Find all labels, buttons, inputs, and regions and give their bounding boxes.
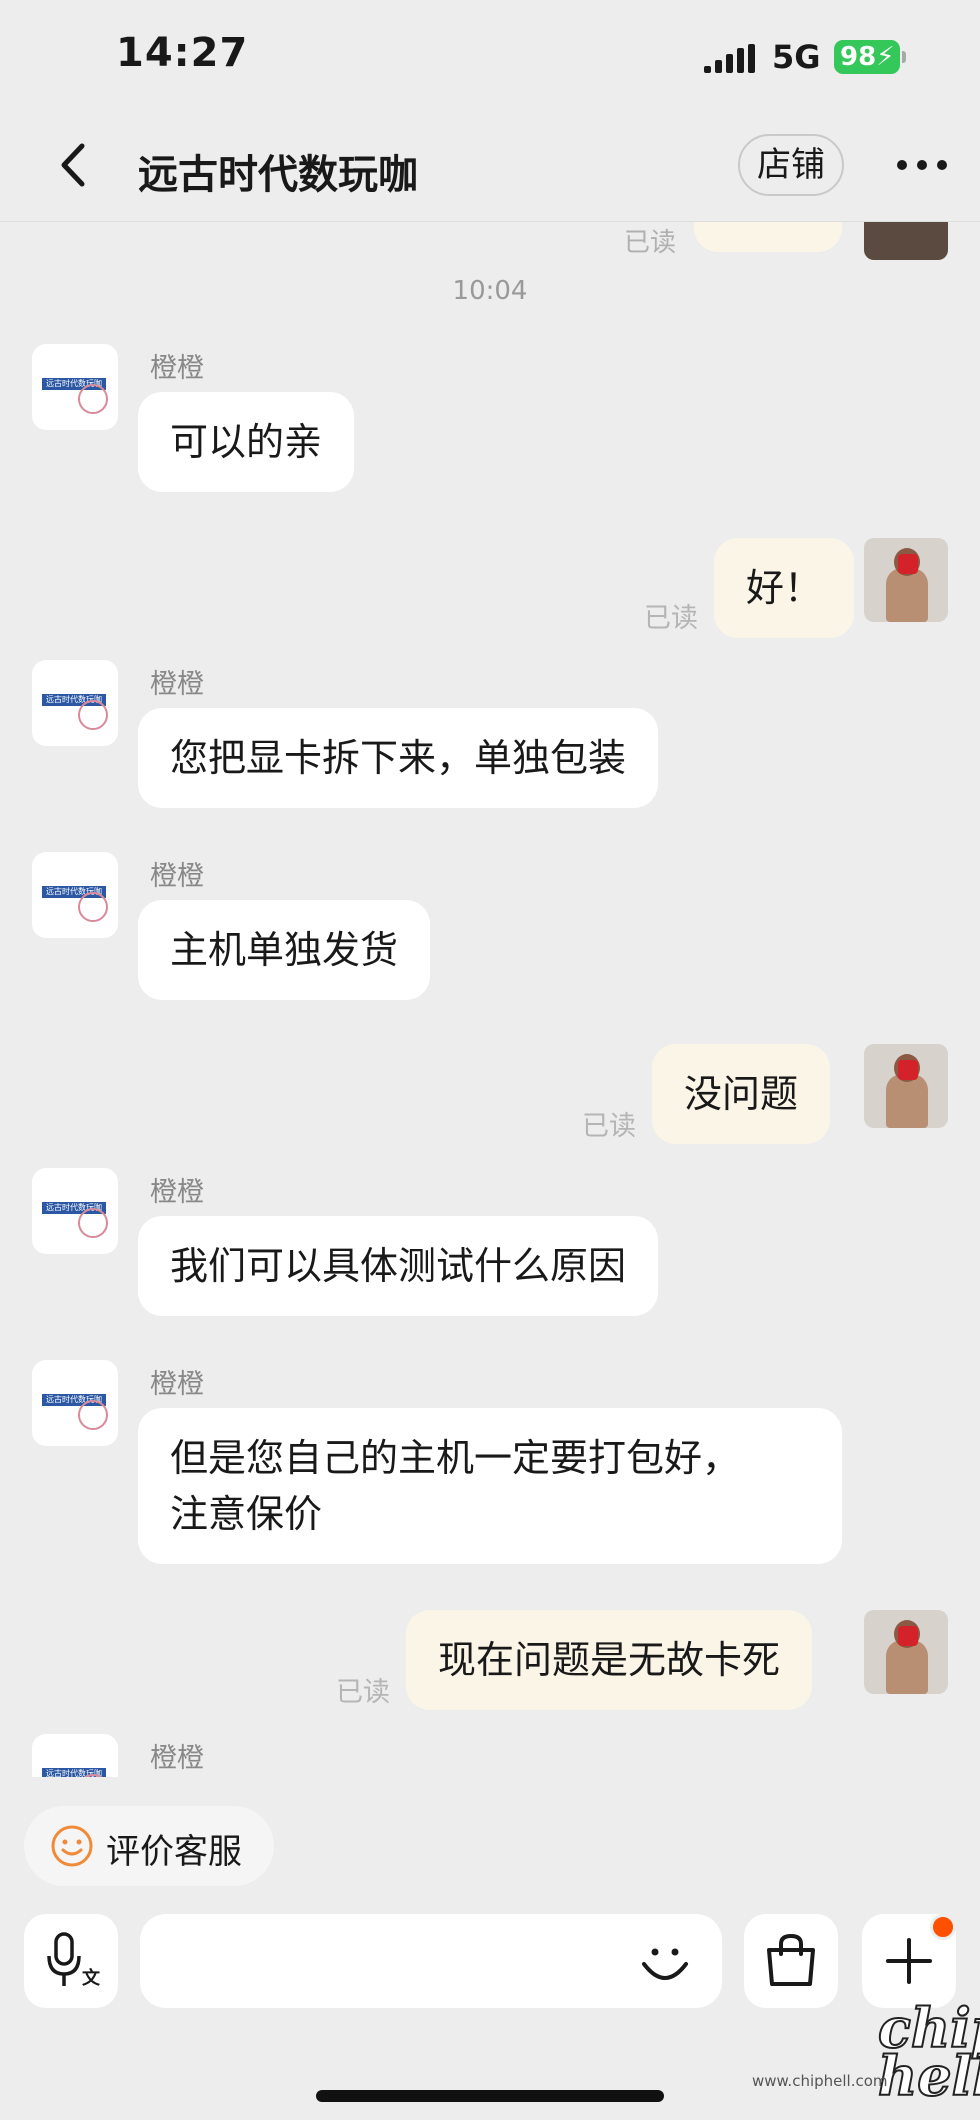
message-line: 注意保价 bbox=[170, 1492, 323, 1536]
watermark: chiphell www.chiphell.com bbox=[752, 1996, 980, 2108]
sender-name: 橙橙 bbox=[150, 1369, 204, 1400]
battery-level: 98 bbox=[840, 42, 877, 72]
shop-avatar[interactable]: 远古时代数玩咖 bbox=[32, 852, 118, 938]
shop-avatar[interactable]: 远古时代数玩咖 bbox=[32, 1360, 118, 1446]
sender-name: 橙橙 bbox=[150, 1743, 204, 1774]
charging-bolt-icon: ⚡ bbox=[876, 42, 895, 72]
status-bar: 14:27 5G 98⚡ bbox=[0, 0, 980, 110]
shop-logo-seal bbox=[78, 700, 108, 730]
more-options-icon[interactable] bbox=[896, 154, 948, 176]
shop-logo-seal bbox=[78, 892, 108, 922]
shop-logo-seal bbox=[78, 1400, 108, 1430]
message-line: 但是您自己的主机一定要打包好， bbox=[170, 1436, 741, 1480]
message-bubble[interactable]: 您把显卡拆下来，单独包装 bbox=[138, 708, 659, 808]
svg-text:文: 文 bbox=[82, 1967, 100, 1989]
microphone-translate-icon: 文 bbox=[47, 1932, 100, 1989]
message-bubble-own[interactable]: 没问题 bbox=[652, 1044, 831, 1144]
message-bubble-own[interactable]: 现在问题是无故卡死 bbox=[406, 1610, 813, 1710]
my-avatar[interactable] bbox=[864, 538, 948, 622]
chiphell-logo: chiphell bbox=[877, 1996, 980, 2108]
voice-input-button[interactable]: 文 bbox=[24, 1914, 118, 2008]
shop-avatar[interactable]: 远古时代数玩咖 bbox=[32, 344, 118, 430]
sender-name: 橙橙 bbox=[150, 353, 204, 384]
back-arrow-icon[interactable] bbox=[50, 140, 100, 190]
read-receipt: 已读 bbox=[644, 603, 698, 634]
my-avatar[interactable] bbox=[864, 222, 948, 260]
sender-name: 橙橙 bbox=[150, 669, 204, 700]
notification-dot bbox=[930, 1914, 956, 1940]
cellular-signal-icon bbox=[704, 44, 755, 73]
shop-avatar[interactable]: 远古时代数玩咖 bbox=[32, 1168, 118, 1254]
battery-tip bbox=[902, 51, 906, 63]
network-type: 5G bbox=[772, 38, 821, 76]
my-avatar[interactable] bbox=[864, 1044, 948, 1128]
sender-name: 橙橙 bbox=[150, 861, 204, 892]
chat-message-list[interactable]: 已读 10:04 远古时代数玩咖 橙橙 可以的亲 好！ 已读 远古时代数玩咖 橙… bbox=[0, 222, 980, 1777]
shop-logo-seal bbox=[78, 384, 108, 414]
my-avatar[interactable] bbox=[864, 1610, 948, 1694]
rate-service-label: 评价客服 bbox=[106, 1832, 242, 1872]
message-bubble-own[interactable]: 好！ bbox=[714, 538, 855, 638]
message-input[interactable] bbox=[140, 1914, 722, 2008]
plus-icon bbox=[886, 1938, 932, 1984]
products-button[interactable] bbox=[744, 1914, 838, 2008]
message-input-bar: 文 bbox=[0, 1900, 980, 2020]
message-bubble[interactable]: 我们可以具体测试什么原因 bbox=[138, 1216, 659, 1316]
rate-service-button[interactable]: 评价客服 bbox=[24, 1806, 274, 1886]
read-receipt: 已读 bbox=[624, 228, 677, 258]
shop-title[interactable]: 远古时代数玩咖 bbox=[138, 142, 418, 200]
chat-timestamp: 10:04 bbox=[452, 276, 528, 306]
battery-icon: 98⚡ bbox=[834, 40, 900, 74]
smiley-icon bbox=[51, 1825, 93, 1867]
home-indicator[interactable] bbox=[316, 2090, 664, 2102]
read-receipt: 已读 bbox=[336, 1677, 390, 1708]
shop-avatar[interactable]: 远古时代数玩咖 bbox=[32, 660, 118, 746]
watermark-url: www.chiphell.com bbox=[752, 2072, 888, 2090]
chat-header: 远古时代数玩咖 店铺 bbox=[0, 110, 980, 222]
message-bubble[interactable]: 但是您自己的主机一定要打包好， 注意保价 bbox=[138, 1408, 842, 1564]
message-bubble[interactable]: 可以的亲 bbox=[138, 392, 355, 492]
message-bubble-partial bbox=[694, 222, 842, 252]
message-bubble[interactable]: 主机单独发货 bbox=[138, 900, 431, 1000]
store-button[interactable]: 店铺 bbox=[738, 134, 844, 196]
shopping-bag-icon bbox=[767, 1933, 815, 1986]
shop-logo-seal bbox=[78, 1208, 108, 1238]
sender-name: 橙橙 bbox=[150, 1177, 204, 1208]
read-receipt: 已读 bbox=[582, 1111, 636, 1142]
emoji-icon[interactable] bbox=[638, 1936, 692, 1990]
status-time: 14:27 bbox=[116, 30, 249, 76]
shop-avatar[interactable]: 远古时代数玩咖 bbox=[32, 1734, 118, 1777]
